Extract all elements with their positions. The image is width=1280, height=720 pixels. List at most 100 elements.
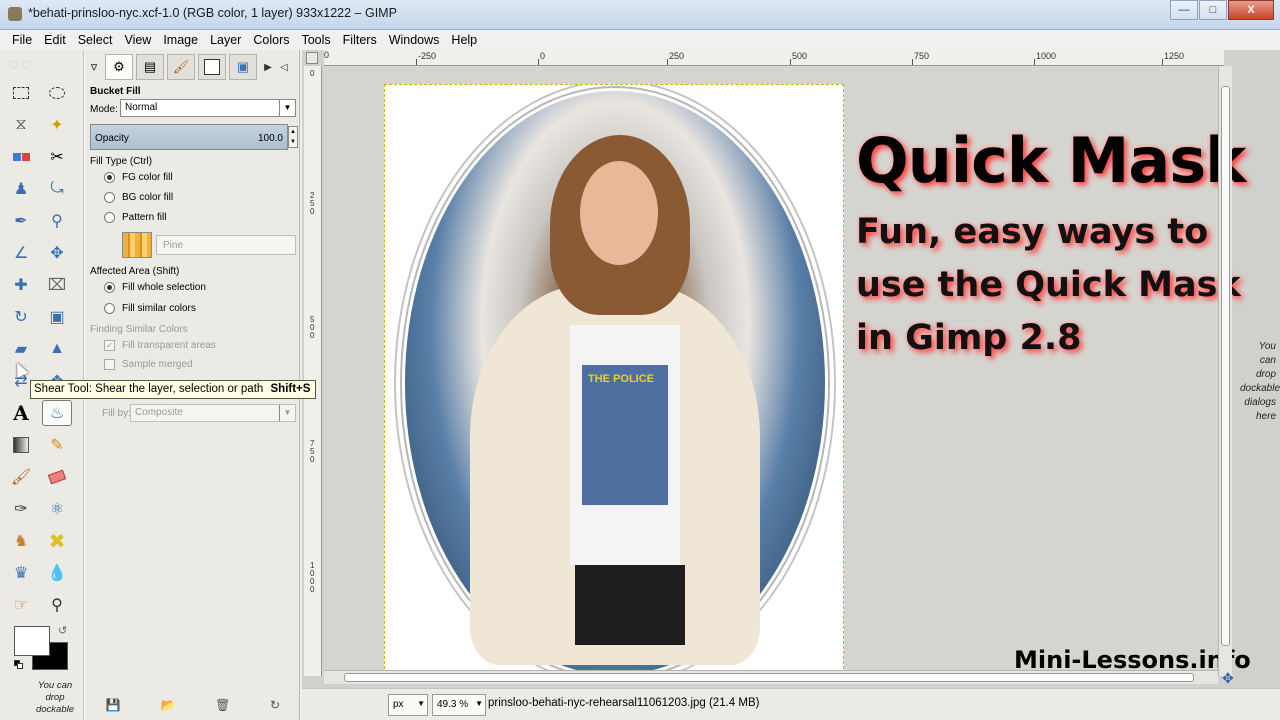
tab-brushes[interactable]: 🖌 bbox=[167, 54, 195, 80]
menu-filters[interactable]: Filters bbox=[337, 33, 383, 47]
radio-fill-whole[interactable] bbox=[104, 282, 115, 293]
sample-merged-option[interactable]: Sample merged bbox=[104, 359, 193, 370]
unit-select[interactable]: px ▼ bbox=[388, 694, 428, 716]
minimize-button[interactable]: — bbox=[1170, 0, 1198, 20]
vertical-scrollbar[interactable] bbox=[1218, 66, 1232, 676]
airbrush-icon[interactable]: ✑ bbox=[6, 496, 36, 522]
checkbox-sample-merged[interactable] bbox=[104, 359, 115, 370]
shear-icon[interactable]: ▰ bbox=[6, 336, 36, 362]
checkbox-fill-transparent[interactable]: ✓ bbox=[104, 340, 115, 351]
menu-image[interactable]: Image bbox=[157, 33, 204, 47]
move-icon[interactable]: ✥ bbox=[42, 240, 72, 266]
dodge-burn-icon[interactable]: ⚲ bbox=[42, 592, 72, 618]
swap-colors-icon[interactable]: ↺ bbox=[58, 624, 67, 637]
bucket-fill-icon[interactable]: ♨ bbox=[42, 400, 72, 426]
dock-menu-icon[interactable]: ◁ bbox=[276, 62, 292, 73]
eraser-icon[interactable] bbox=[42, 464, 72, 490]
chevron-down-icon: ▼ bbox=[475, 699, 483, 708]
delete-options-icon[interactable]: 🗑 bbox=[215, 698, 230, 712]
scale-icon[interactable]: ▣ bbox=[42, 304, 72, 330]
horizontal-scrollbar[interactable] bbox=[324, 670, 1218, 684]
tab-layers[interactable]: ▤ bbox=[136, 54, 164, 80]
canvas-viewport[interactable]: THE POLICE Quick Mask Fun, easy ways to … bbox=[324, 66, 1251, 684]
opacity-spinner[interactable]: ▲ ▼ bbox=[288, 126, 298, 148]
pattern-swatch[interactable] bbox=[122, 232, 152, 258]
rect-select-icon[interactable] bbox=[6, 80, 36, 106]
mode-select[interactable]: Normal ▼ bbox=[120, 99, 296, 117]
rotate-icon[interactable]: ↻ bbox=[6, 304, 36, 330]
perspective-icon[interactable]: ▲ bbox=[42, 336, 72, 362]
mode-label: Mode: bbox=[90, 104, 118, 115]
save-options-icon[interactable]: 💾 bbox=[106, 698, 121, 712]
crop-icon[interactable]: ⌧ bbox=[42, 272, 72, 298]
blur-sharpen-icon[interactable]: 💧 bbox=[42, 560, 72, 586]
foreground-color-swatch[interactable] bbox=[14, 626, 50, 656]
color-picker-icon[interactable]: ✒ bbox=[6, 208, 36, 234]
bg-color-fill-option[interactable]: BG color fill bbox=[104, 192, 173, 203]
smudge-icon[interactable]: ☞ bbox=[6, 592, 36, 618]
pattern-fill-option[interactable]: Pattern fill bbox=[104, 212, 166, 223]
ellipse-select-icon[interactable] bbox=[42, 80, 72, 106]
fill-whole-selection-option[interactable]: Fill whole selection bbox=[104, 282, 206, 293]
zoom-select[interactable]: 49.3 % ▼ bbox=[432, 694, 486, 716]
quick-mask-corner-button[interactable] bbox=[306, 52, 318, 64]
measure-icon[interactable]: ∠ bbox=[6, 240, 36, 266]
menu-layer[interactable]: Layer bbox=[204, 33, 247, 47]
fill-by-select[interactable]: Composite ▼ bbox=[130, 404, 296, 422]
menu-windows[interactable]: Windows bbox=[383, 33, 446, 47]
pattern-name-field[interactable]: Pine bbox=[156, 235, 296, 255]
horizontal-ruler[interactable]: 0 -250 0 250 500 750 1000 1250 bbox=[324, 50, 1224, 66]
ink-icon[interactable]: ⚛ bbox=[42, 496, 72, 522]
tab-scroll-right-icon[interactable]: ▶ bbox=[260, 62, 276, 73]
close-button[interactable]: X bbox=[1228, 0, 1274, 20]
tab-images[interactable]: ▣ bbox=[229, 54, 257, 80]
vertical-ruler[interactable]: 0 250 500 750 1000 bbox=[304, 66, 322, 676]
image-canvas[interactable]: THE POLICE bbox=[384, 84, 844, 684]
fg-bg-colors[interactable]: ↺ bbox=[14, 624, 74, 674]
zoom-icon[interactable]: ⚲ bbox=[42, 208, 72, 234]
opacity-slider[interactable]: Opacity 100.0 bbox=[90, 124, 288, 150]
navigate-icon[interactable]: ✥ bbox=[1222, 670, 1234, 687]
fill-transparent-option[interactable]: ✓ Fill transparent areas bbox=[104, 340, 216, 351]
radio-pattern-fill[interactable] bbox=[104, 212, 115, 223]
vertical-scroll-thumb[interactable] bbox=[1221, 86, 1230, 646]
reset-colors-icon[interactable] bbox=[14, 660, 24, 670]
fill-similar-colors-option[interactable]: Fill similar colors bbox=[104, 303, 196, 314]
menu-help[interactable]: Help bbox=[445, 33, 483, 47]
heal-icon[interactable]: ✖ bbox=[42, 528, 72, 554]
menu-edit[interactable]: Edit bbox=[38, 33, 72, 47]
photo-person: THE POLICE bbox=[470, 125, 760, 683]
menu-tools[interactable]: Tools bbox=[295, 33, 336, 47]
title-bar: *behati-prinsloo-nyc.xcf-1.0 (RGB color,… bbox=[0, 0, 1280, 30]
pencil-icon[interactable]: ✎ bbox=[42, 432, 72, 458]
paths-icon[interactable]: ⤿ bbox=[42, 176, 72, 202]
clone-icon[interactable]: ♞ bbox=[6, 528, 36, 554]
radio-fill-similar[interactable] bbox=[104, 303, 115, 314]
tab-toggle-icon[interactable]: ▿ bbox=[86, 54, 102, 80]
fill-transparent-label: Fill transparent areas bbox=[122, 340, 216, 351]
fg-color-fill-option[interactable]: FG color fill bbox=[104, 172, 173, 183]
radio-bg-fill[interactable] bbox=[104, 192, 115, 203]
menu-file[interactable]: File bbox=[6, 33, 38, 47]
blend-icon[interactable] bbox=[6, 432, 36, 458]
menu-select[interactable]: Select bbox=[72, 33, 119, 47]
panel-bottom-buttons: 💾 📂 🗑 ↻ bbox=[86, 690, 300, 720]
foreground-select-icon[interactable]: ♟ bbox=[6, 176, 36, 202]
align-icon[interactable]: ✚ bbox=[6, 272, 36, 298]
text-icon[interactable]: A bbox=[6, 400, 36, 426]
restore-options-icon[interactable]: 📂 bbox=[160, 698, 175, 712]
paintbrush-icon[interactable]: 🖌 bbox=[6, 464, 36, 490]
perspective-clone-icon[interactable]: ♛ bbox=[6, 560, 36, 586]
menu-colors[interactable]: Colors bbox=[247, 33, 295, 47]
horizontal-scroll-thumb[interactable] bbox=[344, 673, 1194, 682]
fuzzy-select-icon[interactable]: ✦ bbox=[42, 112, 72, 138]
scissors-select-icon[interactable]: ✂ bbox=[42, 144, 72, 170]
maximize-button[interactable]: □ bbox=[1199, 0, 1227, 20]
radio-fg-fill[interactable] bbox=[104, 172, 115, 183]
select-by-color-icon[interactable] bbox=[6, 144, 36, 170]
tab-tool-options[interactable]: ⚙ bbox=[105, 54, 133, 80]
tab-patterns[interactable] bbox=[198, 54, 226, 80]
free-select-icon[interactable]: ⧖ bbox=[6, 112, 36, 138]
reset-options-icon[interactable]: ↻ bbox=[270, 698, 280, 712]
menu-view[interactable]: View bbox=[118, 33, 157, 47]
